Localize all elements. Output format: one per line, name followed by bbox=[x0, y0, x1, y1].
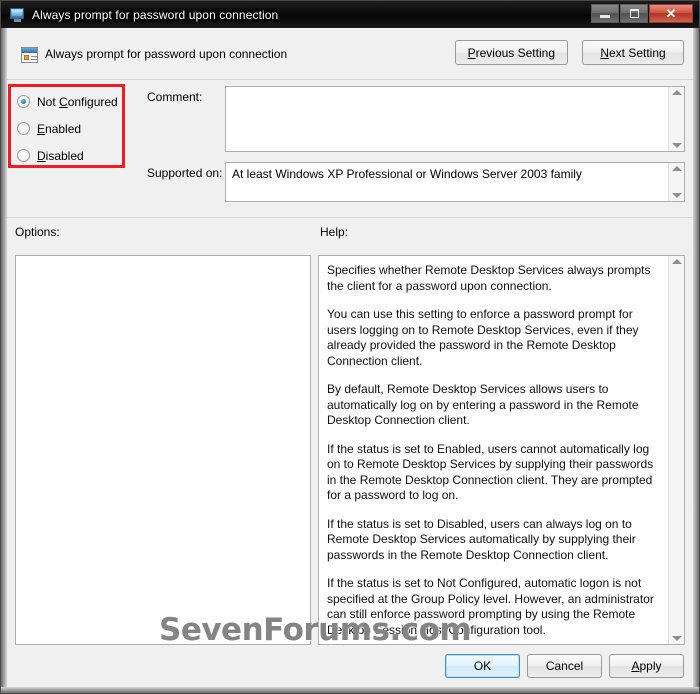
close-icon: ✕ bbox=[665, 6, 677, 21]
supported-on-value: At least Windows XP Professional or Wind… bbox=[232, 167, 582, 181]
setting-title: Always prompt for password upon connecti… bbox=[45, 47, 288, 61]
setting-state-radio-group: Not Configured Enabled Disabled bbox=[17, 89, 118, 170]
radio-not-configured[interactable]: Not Configured bbox=[17, 89, 118, 114]
radio-disabled-indicator[interactable] bbox=[17, 149, 30, 162]
scroll-down-icon[interactable] bbox=[671, 143, 682, 148]
radio-enabled-label: Enabled bbox=[37, 121, 82, 136]
comment-field[interactable] bbox=[225, 86, 685, 152]
window-frame-right bbox=[693, 28, 699, 693]
title-bar[interactable]: Always prompt for password upon connecti… bbox=[1, 1, 699, 28]
comment-scrollbar[interactable] bbox=[668, 87, 684, 151]
next-setting-button[interactable]: Next Setting bbox=[582, 40, 684, 65]
help-paragraph: If the status is set to Enabled, users c… bbox=[327, 441, 654, 503]
previous-setting-button[interactable]: Previous Setting bbox=[454, 40, 568, 65]
scroll-up-icon[interactable] bbox=[671, 166, 682, 171]
apply-button-accel: A bbox=[631, 659, 640, 673]
maximize-button[interactable] bbox=[620, 4, 648, 23]
comment-label: Comment: bbox=[147, 90, 203, 104]
radio-disabled[interactable]: Disabled bbox=[17, 143, 118, 168]
options-content bbox=[16, 256, 310, 644]
help-label: Help: bbox=[320, 225, 349, 239]
help-paragraph: Specifies whether Remote Desktop Service… bbox=[327, 263, 651, 293]
maximize-icon bbox=[629, 9, 639, 18]
window-title: Always prompt for password upon connecti… bbox=[32, 7, 279, 22]
scroll-up-icon[interactable] bbox=[671, 259, 682, 264]
scroll-up-icon[interactable] bbox=[671, 90, 682, 95]
close-button[interactable]: ✕ bbox=[649, 4, 693, 23]
help-paragraph: If the status is set to Not Configured, … bbox=[327, 576, 654, 637]
help-paragraph: By default, Remote Desktop Services allo… bbox=[327, 382, 639, 427]
scroll-down-icon[interactable] bbox=[671, 636, 682, 641]
radio-not-configured-label: Not Configured bbox=[37, 94, 118, 109]
options-panel[interactable] bbox=[15, 255, 311, 645]
apply-button[interactable]: Apply bbox=[609, 654, 684, 678]
radio-enabled-indicator[interactable] bbox=[17, 122, 30, 135]
help-paragraph: If the status is set to Disabled, users … bbox=[327, 516, 636, 562]
next-setting-accel: N bbox=[600, 45, 609, 60]
radio-enabled[interactable]: Enabled bbox=[17, 116, 118, 141]
dialog-client-area: Always prompt for password upon connecti… bbox=[7, 28, 693, 687]
ok-button[interactable]: OK bbox=[445, 654, 520, 678]
scroll-down-icon[interactable] bbox=[671, 193, 682, 198]
help-paragraph: You can use this setting to enforce a pa… bbox=[327, 307, 639, 368]
previous-setting-label: revious Setting bbox=[475, 45, 555, 60]
window-frame-bottom bbox=[1, 687, 699, 693]
help-scrollbar[interactable] bbox=[668, 256, 684, 644]
supported-on-field[interactable]: At least Windows XP Professional or Wind… bbox=[225, 162, 685, 202]
ok-button-label: OK bbox=[473, 659, 492, 673]
cancel-button-label: Cancel bbox=[545, 659, 584, 673]
supported-on-label: Supported on: bbox=[147, 166, 223, 180]
next-setting-label: ext Setting bbox=[608, 45, 666, 60]
previous-setting-accel: P bbox=[467, 45, 476, 60]
header-divider bbox=[7, 79, 693, 80]
setting-header: Always prompt for password upon connecti… bbox=[14, 40, 684, 74]
dialog-buttons: OK Cancel Apply bbox=[445, 654, 684, 678]
comment-input[interactable] bbox=[226, 87, 668, 151]
minimize-button[interactable] bbox=[591, 4, 619, 23]
options-label: Options: bbox=[15, 225, 60, 239]
help-panel[interactable]: Specifies whether Remote Desktop Service… bbox=[318, 255, 685, 645]
window-controls: ✕ bbox=[591, 4, 693, 23]
apply-button-label: pply bbox=[639, 659, 662, 673]
group-policy-setting-dialog: Always prompt for password upon connecti… bbox=[0, 0, 700, 694]
policy-setting-icon bbox=[21, 47, 38, 63]
radio-not-configured-indicator[interactable] bbox=[17, 95, 30, 108]
section-divider bbox=[7, 217, 693, 218]
radio-disabled-label: Disabled bbox=[37, 148, 84, 163]
minimize-icon bbox=[600, 15, 610, 18]
supported-on-scrollbar[interactable] bbox=[668, 163, 684, 201]
navigation-buttons: Previous Setting Next Setting bbox=[454, 40, 684, 65]
cancel-button[interactable]: Cancel bbox=[527, 654, 602, 678]
monitor-icon bbox=[10, 7, 26, 23]
help-content: Specifies whether Remote Desktop Service… bbox=[319, 256, 668, 644]
